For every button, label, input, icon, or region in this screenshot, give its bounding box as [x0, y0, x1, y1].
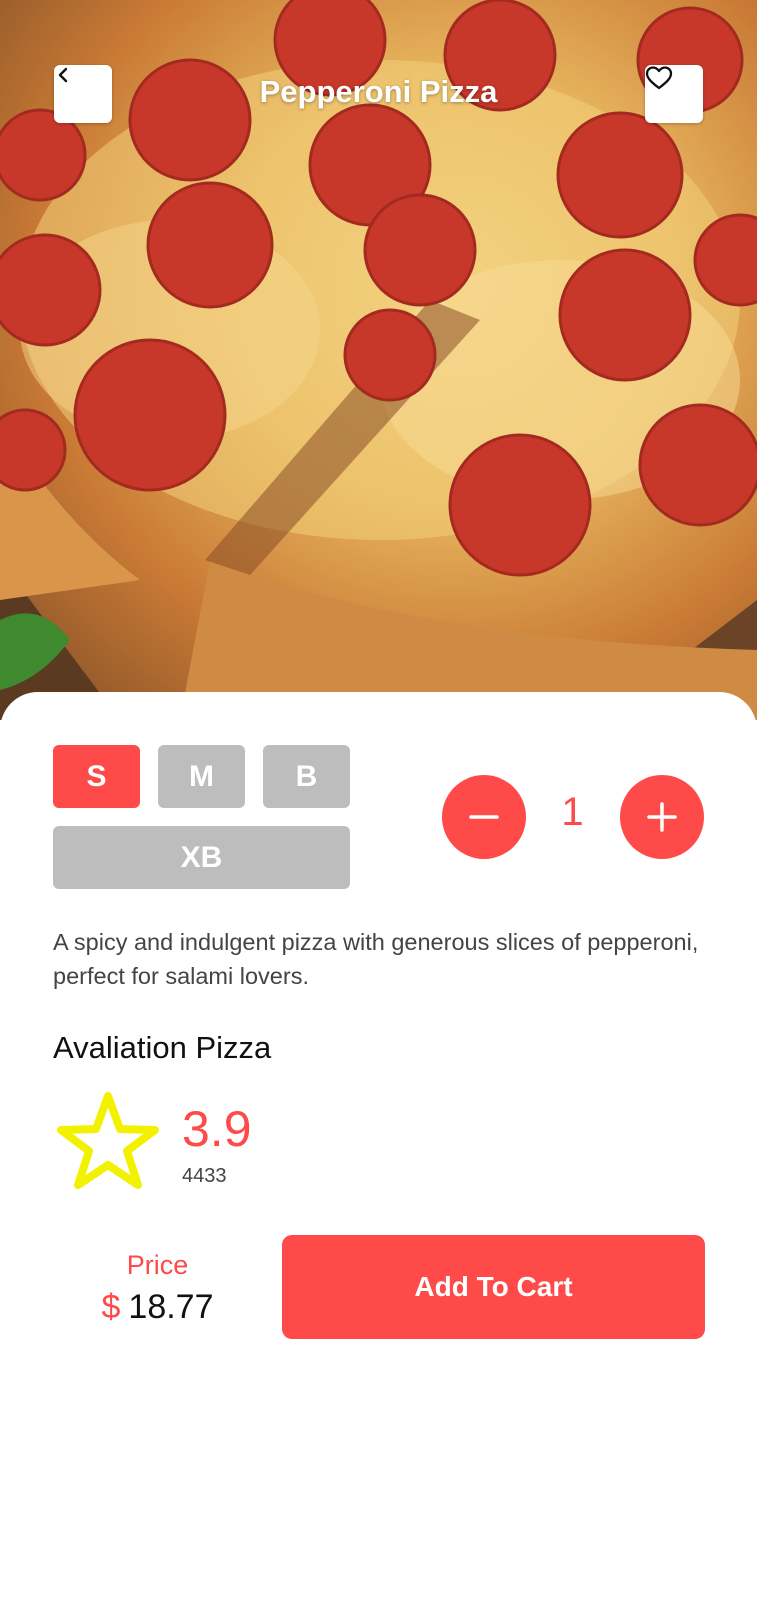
add-to-cart-button[interactable]: Add To Cart [282, 1235, 705, 1339]
currency-symbol: $ [101, 1288, 121, 1326]
size-m-button[interactable]: M [158, 745, 245, 808]
rating-heading: Avaliation Pizza [53, 1030, 272, 1065]
price-amount: 18.77 [128, 1288, 214, 1326]
pizza-description: A spicy and indulgent pizza with generou… [53, 929, 699, 989]
size-b-button[interactable]: B [263, 745, 350, 808]
price-label: Price [126, 1250, 189, 1280]
decrease-quantity-button[interactable] [442, 775, 526, 859]
plus-icon [647, 802, 677, 832]
quantity-value: 1 [561, 790, 584, 834]
rating-value: 3.9 [182, 1101, 252, 1157]
size-xb-button[interactable]: XB [53, 826, 350, 889]
page-title: Pepperoni Pizza [259, 74, 498, 109]
price-value: $18.77 [60, 1288, 255, 1327]
heart-icon [645, 66, 673, 90]
favorite-button[interactable] [645, 65, 703, 123]
pizza-hero-image: Pepperoni Pizza [0, 0, 757, 720]
minus-icon [469, 815, 499, 819]
increase-quantity-button[interactable] [620, 775, 704, 859]
star-icon [57, 1092, 159, 1189]
rating-count: 4433 [182, 1165, 227, 1187]
size-s-button[interactable]: S [53, 745, 140, 808]
